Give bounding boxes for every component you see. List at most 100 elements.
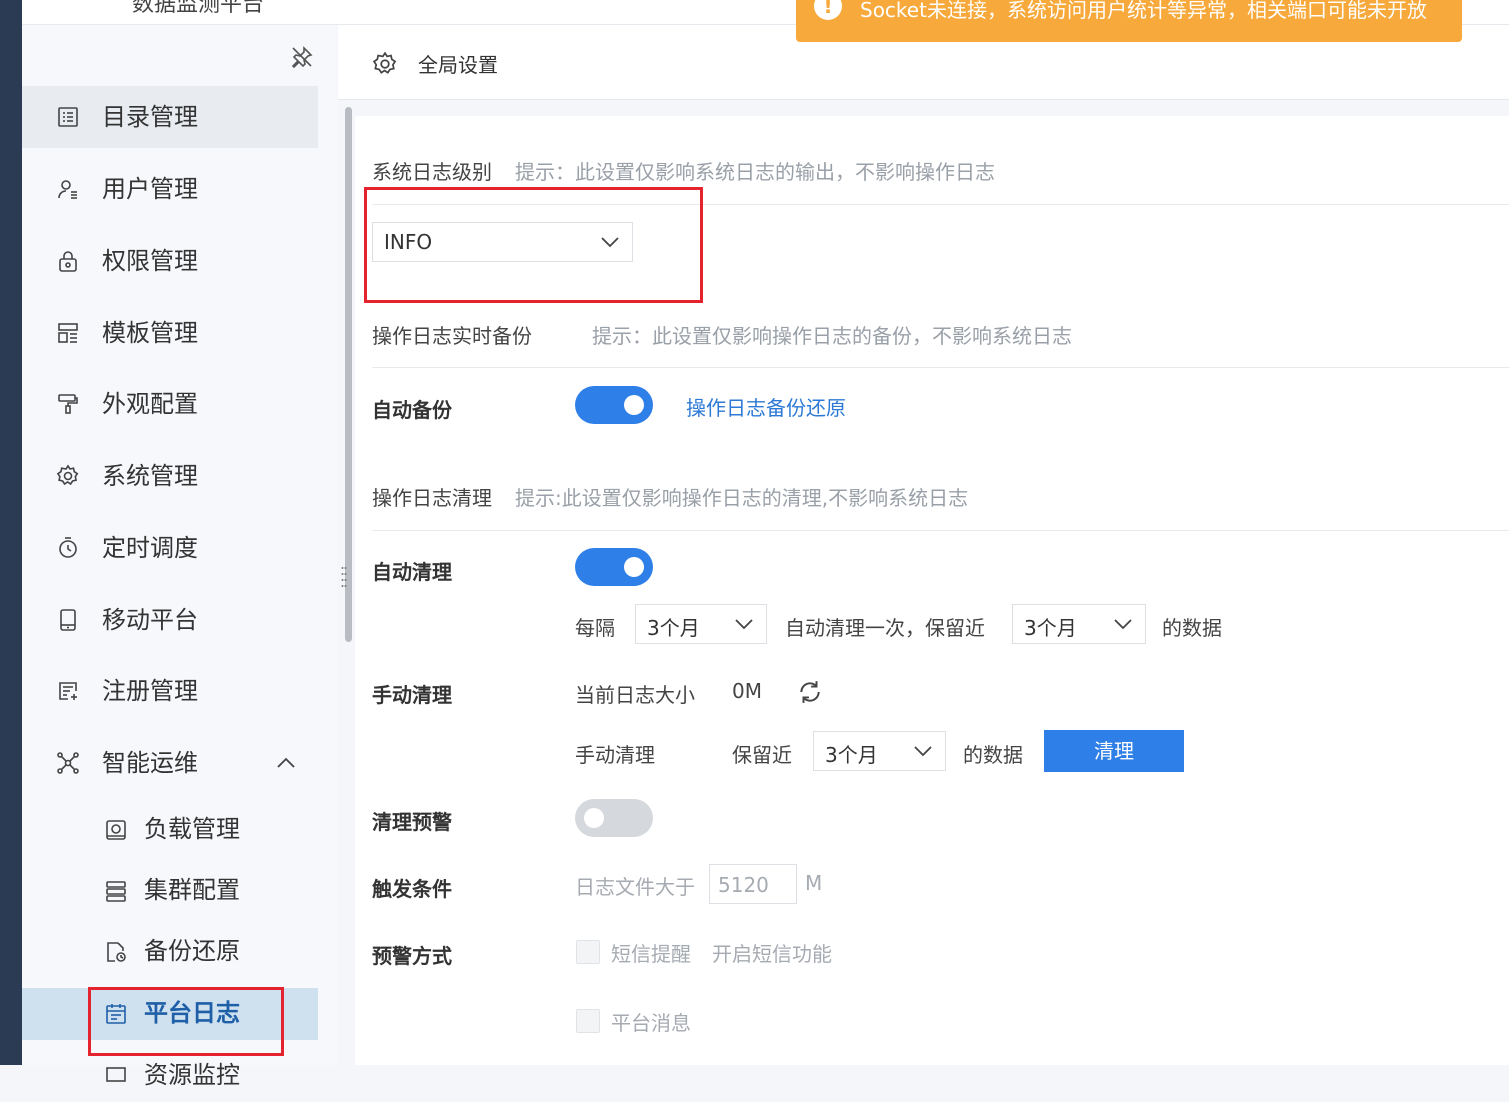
backup-icon (107, 942, 126, 962)
exclamation-icon: ! (814, 0, 842, 20)
select-value: INFO (384, 230, 433, 254)
sidebar-scrollbar[interactable] (345, 107, 352, 642)
sidebar-item-permissions[interactable]: 权限管理 (22, 230, 318, 292)
calendar-icon (106, 1004, 126, 1024)
toggle-knob (584, 808, 604, 828)
auto-backup-label: 自动备份 (372, 398, 452, 422)
sidebar-item-schedule[interactable]: 定时调度 (22, 517, 318, 579)
toggle-knob (624, 395, 644, 415)
toggle-knob (624, 557, 644, 577)
sidebar-item-system[interactable]: 系统管理 (22, 445, 318, 507)
chevron-down-icon (601, 237, 619, 248)
log-size-value: 0M (732, 679, 762, 703)
every-label: 每隔 (575, 616, 615, 640)
settings-panel: 系统日志级别 提示：此设置仅影响系统日志的输出，不影响操作日志 INFO 操作日… (355, 116, 1509, 1065)
sidebar-item-label: 目录管理 (102, 103, 198, 131)
app-title: 数据监测平台 (132, 0, 265, 17)
sms-checkbox[interactable] (576, 940, 600, 964)
backup-hint: 提示：此设置仅影响操作日志的备份，不影响系统日志 (592, 324, 1072, 348)
user-icon (58, 180, 77, 199)
template-icon (58, 323, 78, 343)
clean-button[interactable]: 清理 (1044, 730, 1184, 772)
chevron-down-icon (735, 619, 753, 630)
syslog-level-hint: 提示：此设置仅影响系统日志的输出，不影响操作日志 (515, 160, 995, 184)
auto-clean-mid-text: 自动清理一次，保留近 (785, 616, 985, 640)
sidebar-subitem-monitor[interactable]: 资源监控 (22, 1050, 318, 1102)
manual-clean-label: 手动清理 (372, 683, 452, 707)
page-title: 全局设置 (418, 53, 498, 77)
backup-title: 操作日志实时备份 (372, 324, 532, 348)
left-dark-rail (0, 0, 22, 1065)
chevron-down-icon (1114, 619, 1132, 630)
sidebar-item-appearance[interactable]: 外观配置 (22, 373, 318, 435)
sidebar-item-label: 外观配置 (102, 390, 198, 418)
cleanup-hint: 提示:此设置仅影响操作日志的清理,不影响系统日志 (515, 486, 969, 510)
splitter-handle[interactable] (341, 565, 347, 589)
toast-message: Socket未连接，系统访问用户统计等异常，相关端口可能未开放 (860, 0, 1427, 22)
select-value: 3个月 (647, 616, 700, 640)
sidebar-item-label: 模板管理 (102, 319, 198, 347)
platform-message-checkbox[interactable] (576, 1009, 600, 1033)
sidebar-item-mobile[interactable]: 移动平台 (22, 589, 318, 651)
sidebar-subitem-platform-log[interactable]: 平台日志 (22, 988, 318, 1040)
list-icon (58, 107, 78, 127)
warning-toast: ! Socket未连接，系统访问用户统计等异常，相关端口可能未开放 (796, 0, 1462, 42)
sidebar: 目录管理 用户管理 权限管理 模板管理 外观配置 系统管理 定时调度 移动平台 … (22, 25, 352, 1089)
sidebar-item-users[interactable]: 用户管理 (22, 158, 318, 220)
load-icon (106, 820, 126, 840)
sidebar-subitem-label: 备份还原 (144, 937, 240, 965)
sidebar-item-register[interactable]: 注册管理 (22, 660, 318, 722)
auto-clean-suffix: 的数据 (1162, 616, 1222, 640)
backup-restore-link[interactable]: 操作日志备份还原 (686, 392, 846, 421)
unpin-icon[interactable] (290, 45, 314, 69)
sidebar-item-catalog[interactable]: 目录管理 (22, 86, 318, 148)
chevron-down-icon (914, 746, 932, 757)
warning-method-label: 预警方式 (372, 944, 452, 968)
sidebar-item-ops[interactable]: 智能运维 (22, 732, 318, 794)
syslog-level-select[interactable]: INFO (372, 222, 633, 262)
sidebar-item-label: 智能运维 (102, 749, 198, 777)
cleanup-title: 操作日志清理 (372, 486, 492, 510)
clean-interval-select[interactable]: 3个月 (635, 604, 767, 644)
mobile-icon (60, 609, 76, 631)
sidebar-item-templates[interactable]: 模板管理 (22, 302, 318, 364)
sms-label: 短信提醒 (611, 942, 691, 966)
divider (372, 367, 1509, 368)
syslog-level-title: 系统日志级别 (372, 160, 492, 184)
trigger-size-input[interactable]: 5120 (709, 864, 797, 904)
platform-message-label: 平台消息 (611, 1011, 691, 1035)
clean-keep-select[interactable]: 3个月 (1012, 604, 1146, 644)
sidebar-item-label: 用户管理 (102, 175, 198, 203)
auto-clean-toggle[interactable] (575, 548, 653, 586)
enable-sms-link[interactable]: 开启短信功能 (712, 938, 832, 967)
auto-backup-toggle[interactable] (575, 386, 653, 424)
sidebar-subitem-load[interactable]: 负载管理 (22, 804, 318, 856)
paint-roller-icon (58, 394, 78, 414)
divider (372, 530, 1509, 531)
sidebar-item-label: 系统管理 (102, 462, 198, 490)
sidebar-item-label: 定时调度 (102, 534, 198, 562)
select-value: 3个月 (825, 743, 878, 767)
sidebar-subitem-label: 资源监控 (144, 1061, 240, 1089)
sidebar-subitem-label: 平台日志 (144, 999, 240, 1027)
manual-clean-sub-label: 手动清理 (575, 743, 655, 767)
input-value: 5120 (718, 873, 769, 897)
sidebar-subitem-backup[interactable]: 备份还原 (22, 926, 318, 978)
monitor-icon (106, 1067, 126, 1082)
sidebar-item-label: 权限管理 (102, 247, 198, 275)
log-size-label: 当前日志大小 (575, 683, 695, 707)
sidebar-item-label: 注册管理 (102, 677, 198, 705)
sidebar-subitem-cluster[interactable]: 集群配置 (22, 865, 318, 917)
refresh-icon[interactable] (797, 679, 823, 705)
divider (372, 204, 1509, 205)
clean-warning-toggle[interactable] (575, 799, 653, 837)
gear-icon (56, 464, 79, 486)
manual-keep-select[interactable]: 3个月 (813, 731, 946, 771)
manual-keep-label: 保留近 (732, 743, 792, 767)
sidebar-subitem-label: 集群配置 (144, 876, 240, 904)
trigger-condition-label: 触发条件 (372, 877, 452, 901)
chevron-up-icon[interactable] (274, 751, 298, 775)
sidebar-subitem-label: 负载管理 (144, 815, 240, 843)
sidebar-item-label: 移动平台 (102, 606, 198, 634)
manual-clean-suffix: 的数据 (963, 743, 1023, 767)
